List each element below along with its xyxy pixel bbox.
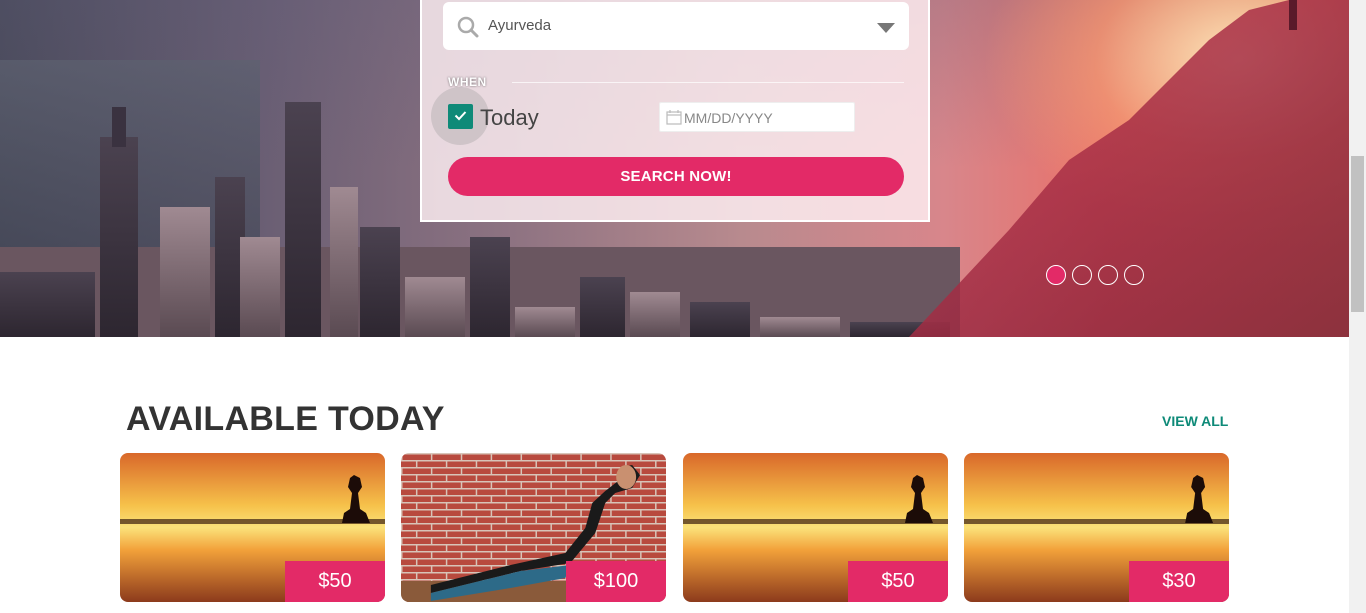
view-all-link[interactable]: VIEW ALL (1162, 413, 1228, 429)
search-panel: Ayurveda WHEN Today SEARCH NOW! (420, 0, 930, 222)
category-select[interactable]: Ayurveda (443, 2, 909, 50)
class-card[interactable]: $30 (964, 453, 1229, 602)
carousel-dot-2[interactable] (1072, 265, 1092, 285)
search-icon (457, 16, 479, 38)
page: Ayurveda WHEN Today SEARCH NOW! (0, 0, 1366, 613)
chevron-down-icon[interactable] (877, 23, 895, 33)
check-icon (454, 111, 467, 121)
price-tag: $30 (1129, 561, 1229, 602)
carousel-dot-3[interactable] (1098, 265, 1118, 285)
date-field[interactable] (659, 102, 855, 132)
category-select-value: Ayurveda (488, 17, 552, 34)
section-title: AVAILABLE TODAY (126, 400, 445, 438)
price-tag: $50 (285, 561, 385, 602)
search-now-button[interactable]: SEARCH NOW! (448, 157, 904, 196)
carousel-indicator (1046, 265, 1144, 285)
calendar-icon (666, 110, 682, 125)
price-tag: $100 (566, 561, 666, 602)
hero-mountain-image (909, 0, 1349, 337)
price-tag: $50 (848, 561, 948, 602)
today-label: Today (480, 105, 539, 130)
when-divider (512, 82, 904, 83)
class-card[interactable]: $100 (401, 453, 666, 602)
vertical-scrollbar[interactable] (1349, 0, 1366, 613)
today-checkbox[interactable] (448, 104, 473, 129)
class-card[interactable]: $50 (683, 453, 948, 602)
date-input[interactable] (684, 107, 850, 129)
carousel-dot-4[interactable] (1124, 265, 1144, 285)
class-card[interactable]: $50 (120, 453, 385, 602)
carousel-dot-1[interactable] (1046, 265, 1066, 285)
scrollbar-thumb[interactable] (1351, 156, 1364, 312)
